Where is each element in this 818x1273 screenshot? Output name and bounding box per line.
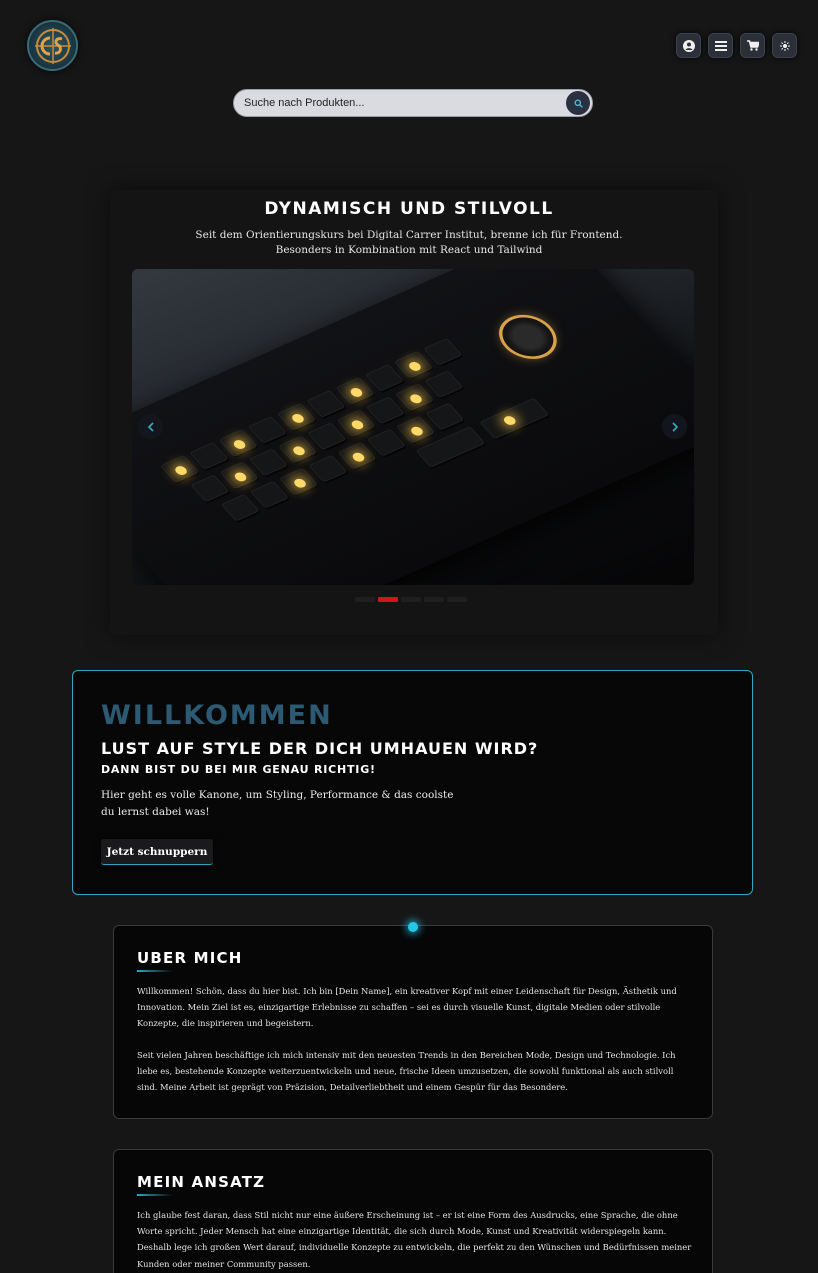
hero-subtitle-line-1: Seit dem Orientierungskurs bei Digital C…	[195, 229, 623, 241]
cart-button[interactable]	[740, 33, 765, 58]
header-actions	[676, 33, 797, 58]
about-title-underline	[137, 970, 173, 972]
cta-button[interactable]: Jetzt schnuppern	[101, 839, 213, 865]
approach-paragraph-1: Ich glaube fest daran, dass Stil nicht n…	[137, 1210, 692, 1269]
slider-dot[interactable]	[401, 597, 421, 602]
logo-emblem-icon	[34, 27, 71, 64]
slider-dot[interactable]	[424, 597, 444, 602]
approach-card: Mein Ansatz Ich glaube fest daran, dass …	[113, 1149, 713, 1273]
slider-indicators	[355, 597, 467, 602]
user-button[interactable]	[676, 33, 701, 58]
chevron-left-icon	[147, 421, 154, 432]
chevron-right-icon	[671, 421, 678, 432]
slider-dot-active[interactable]	[378, 597, 398, 602]
about-title: Uber mich	[137, 949, 243, 967]
image-slider[interactable]	[132, 269, 694, 585]
search-button[interactable]	[566, 91, 590, 115]
slider-dot[interactable]	[447, 597, 467, 602]
about-paragraph-1: Willkommen! Schön, dass du hier bist. Ic…	[137, 986, 677, 1029]
about-paragraph-2: Seit vielen Jahren beschäftige ich mich …	[137, 1050, 676, 1093]
search-bar	[233, 89, 593, 117]
cart-icon	[746, 40, 759, 51]
search-input[interactable]	[234, 90, 566, 116]
welcome-headline: Lust auf Style der dich umhauen wird?	[101, 739, 539, 758]
hero-title: Dynamisch und Stilvoll	[264, 199, 554, 219]
about-card: Uber mich Willkommen! Schön, dass du hie…	[113, 925, 713, 1119]
keyboard-volume-knob	[492, 310, 564, 364]
menu-button[interactable]	[708, 33, 733, 58]
welcome-subheadline: Dann bist du bei mir genau richtig!	[101, 763, 376, 776]
slider-next-button[interactable]	[662, 414, 687, 439]
timeline-dot	[408, 922, 418, 932]
user-icon	[682, 39, 695, 52]
slider-prev-button[interactable]	[138, 414, 163, 439]
search-icon	[574, 99, 583, 108]
menu-icon	[714, 40, 727, 51]
welcome-title: Willkommen	[101, 700, 333, 731]
welcome-text: Hier geht es volle Kanone, um Styling, P…	[101, 789, 454, 818]
theme-toggle-button[interactable]	[772, 33, 797, 58]
hero-subtitle-line-2: Besonders in Kombination mit React und T…	[275, 244, 543, 256]
site-logo[interactable]	[27, 20, 78, 71]
approach-title: Mein Ansatz	[137, 1173, 266, 1191]
hero-subtitle: Seit dem Orientierungskurs bei Digital C…	[0, 228, 818, 258]
slider-dot[interactable]	[355, 597, 375, 602]
approach-title-underline	[137, 1194, 173, 1196]
keyboard-image	[132, 269, 694, 585]
theme-toggle-icon	[779, 40, 790, 51]
